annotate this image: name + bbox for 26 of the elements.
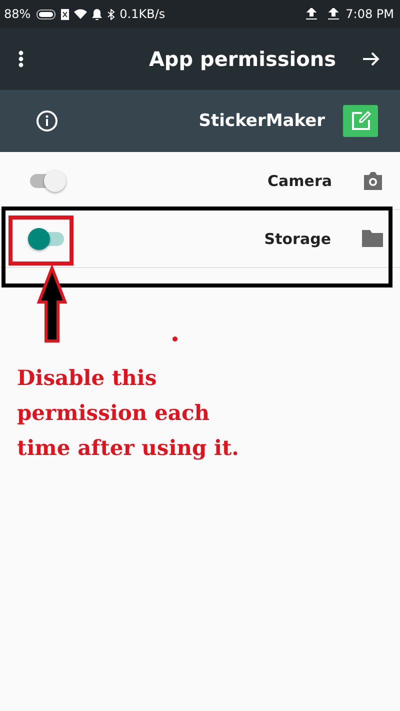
menu-icon[interactable] bbox=[18, 50, 24, 68]
upload-icon bbox=[306, 8, 317, 20]
toggle-knob[interactable] bbox=[44, 170, 66, 192]
arrow-right-icon[interactable] bbox=[362, 51, 380, 67]
wifi-icon bbox=[74, 9, 87, 19]
info-icon[interactable] bbox=[36, 110, 58, 132]
permission-toggle[interactable] bbox=[28, 228, 66, 250]
annotation-text: Disable this permission each time after using it. bbox=[17, 364, 240, 462]
app-name: StickerMaker bbox=[198, 111, 325, 131]
sim-icon bbox=[60, 8, 69, 20]
upload-icon bbox=[328, 8, 339, 20]
folder-icon bbox=[361, 229, 384, 248]
permission-name: Storage bbox=[263, 230, 331, 248]
permission-name: Camera bbox=[266, 172, 332, 190]
battery-icon bbox=[36, 8, 56, 20]
camera-icon bbox=[362, 170, 384, 190]
clock: 7:08 PM bbox=[346, 7, 394, 21]
dot-mark bbox=[172, 336, 178, 342]
battery-percent: 88% bbox=[4, 7, 31, 21]
app-icon bbox=[343, 105, 378, 137]
toggle-knob[interactable] bbox=[28, 228, 50, 250]
bluetooth-icon bbox=[106, 8, 115, 20]
network-speed: 0.1KB/s bbox=[120, 7, 166, 21]
screen-title: App permissions bbox=[148, 47, 336, 71]
bell-icon bbox=[92, 8, 102, 20]
permission-toggle[interactable] bbox=[28, 170, 66, 192]
